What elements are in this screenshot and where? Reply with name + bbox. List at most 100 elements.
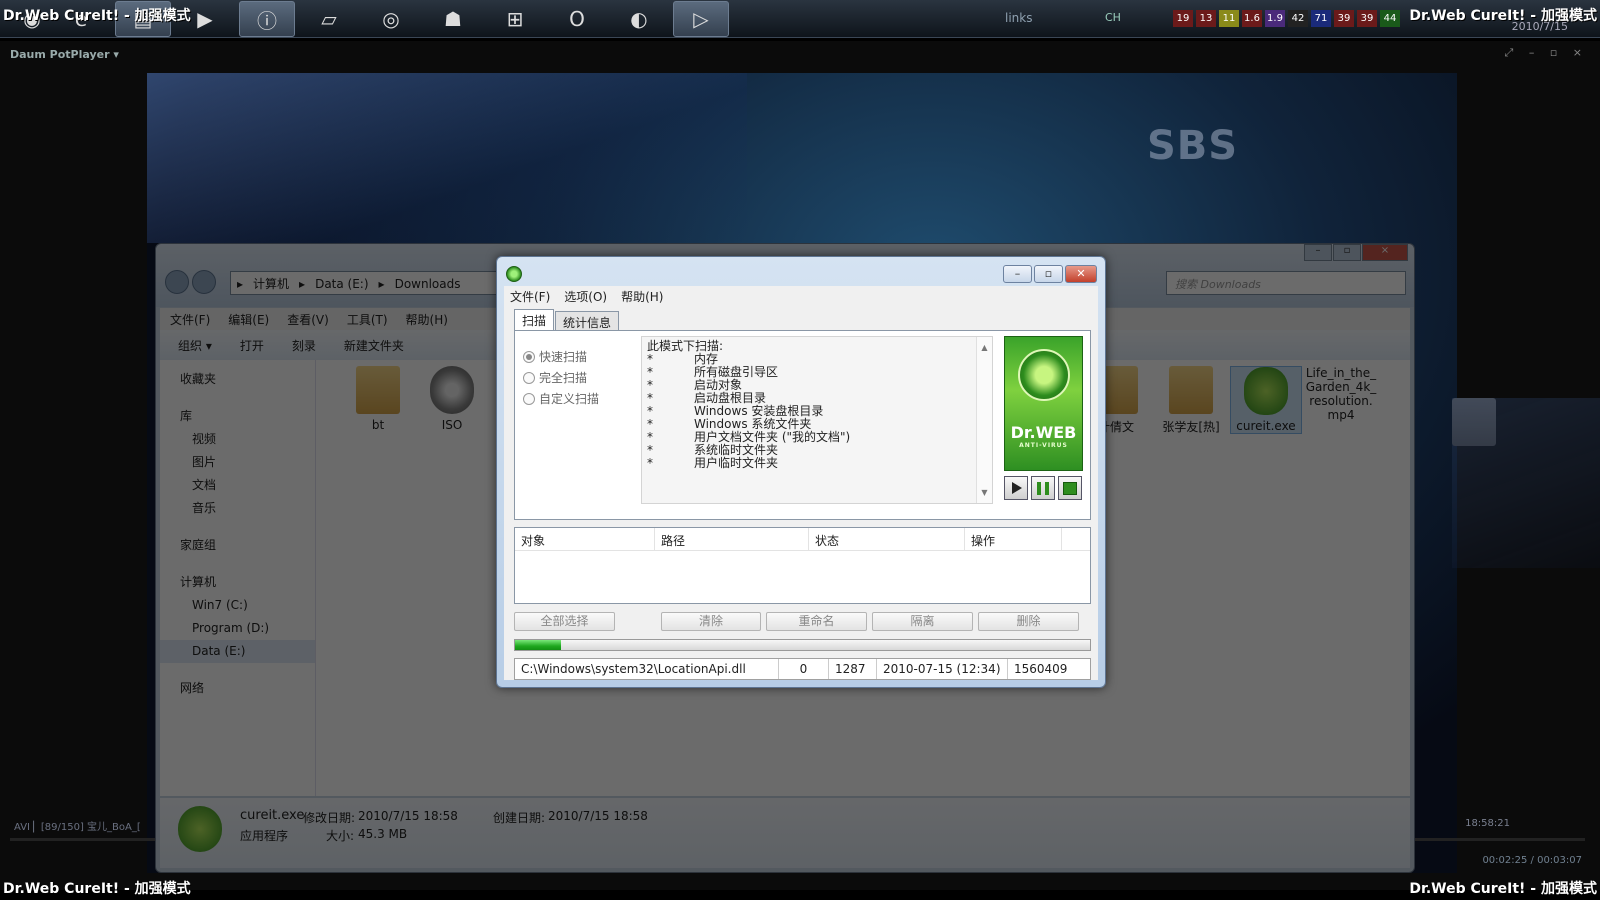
nav-item[interactable]: 文档	[160, 474, 315, 497]
system-meter: 19	[1173, 10, 1193, 27]
book-taskbar-button[interactable]: ▱	[301, 1, 357, 37]
info-taskbar-button[interactable]: ⓘ	[239, 1, 295, 37]
alien-taskbar-button[interactable]: ☗	[425, 1, 481, 37]
potplayer-window-controls[interactable]: ⤢ – ▫ ×	[1505, 46, 1588, 60]
potplayer-taskbar-button[interactable]: ▷	[673, 1, 729, 37]
radio-button[interactable]	[523, 350, 535, 363]
search-input[interactable]: 搜索 Downloads	[1166, 271, 1406, 295]
tab-scan[interactable]: 扫描	[514, 309, 555, 331]
breadcrumb-item[interactable]: 计算机	[253, 277, 289, 291]
explorer-menu-item[interactable]: 查看(V)	[287, 311, 329, 327]
file-item[interactable]: Life_in_the_Garden_4k_resolution.mp4	[1305, 366, 1600, 568]
nav-item[interactable]: 收藏夹	[160, 368, 315, 391]
eye-icon: ◎	[382, 7, 400, 31]
breadcrumb-item[interactable]: Downloads	[395, 277, 461, 291]
windows-taskbar-button[interactable]: ⊞	[487, 1, 543, 37]
radio-button[interactable]	[523, 371, 535, 384]
column-header[interactable]: 操作	[965, 528, 1062, 550]
file-name: Life_in_the_Garden_4k_resolution.mp4	[1305, 366, 1377, 422]
column-header[interactable]: 状态	[809, 528, 965, 550]
action-button[interactable]: 清除	[661, 612, 761, 631]
radio-button[interactable]	[523, 392, 535, 405]
scan-status-bar: C:\Windows\system32\LocationApi.dll 0 12…	[514, 658, 1091, 680]
windows-icon: ⊞	[506, 7, 524, 31]
back-button[interactable]	[165, 270, 189, 294]
nav-item[interactable]: Win7 (C:)	[160, 594, 315, 617]
scroll-up-icon[interactable]: ▲	[977, 341, 992, 354]
start-scan-button[interactable]	[1004, 476, 1028, 500]
maximize-button[interactable]: ▫	[1034, 265, 1063, 283]
potplayer-icon: ▷	[693, 7, 709, 31]
nav-item[interactable]: 图片	[160, 451, 315, 474]
nav-item[interactable]: 库	[160, 405, 315, 428]
explorer-menu-item[interactable]: 工具(T)	[347, 311, 388, 327]
nav-item[interactable]: 音乐	[160, 497, 315, 520]
drweb-menu-item[interactable]: 文件(F)	[510, 288, 550, 304]
nav-item[interactable]: Program (D:)	[160, 617, 315, 640]
explorer-close-button[interactable]: ×	[1362, 244, 1408, 261]
drweb-tabs: 扫描 统计信息	[514, 309, 620, 331]
tab-statistics[interactable]: 统计信息	[555, 311, 620, 331]
description-scrollbar[interactable]: ▲ ▼	[976, 337, 992, 503]
explorer-toolbar-button[interactable]: 打开	[240, 337, 264, 353]
nav-item[interactable]: Data (E:)	[160, 640, 315, 663]
breadcrumb-item[interactable]: Data (E:)	[315, 277, 368, 291]
scan-mode-option[interactable]: 完全扫描	[523, 369, 587, 386]
bullet: *	[647, 430, 653, 444]
file-item[interactable]: ISO	[416, 366, 488, 432]
minimize-button[interactable]: –	[1003, 265, 1032, 283]
video-file-icon	[1452, 398, 1600, 568]
scan-mode-option[interactable]: 自定义扫描	[523, 390, 599, 407]
drweb-logo: Dr.WEB ANTI-VIRUS	[1004, 336, 1083, 471]
details-filename: cureit.exe	[240, 808, 305, 823]
action-button[interactable]: 删除	[978, 612, 1079, 631]
stop-scan-button[interactable]	[1058, 476, 1082, 500]
explorer-window-controls: – ▫ ×	[1303, 244, 1408, 261]
bullet: *	[647, 417, 653, 431]
explorer-menu-item[interactable]: 文件(F)	[170, 311, 210, 327]
opera-taskbar-button[interactable]: O	[549, 1, 605, 37]
nav-item[interactable]: 视频	[160, 428, 315, 451]
file-item[interactable]: cureit.exe	[1230, 366, 1302, 434]
column-header[interactable]: 路径	[655, 528, 809, 550]
explorer-toolbar-button[interactable]: 刻录	[292, 337, 316, 353]
results-table[interactable]: 对象 路径 状态 操作	[514, 527, 1091, 604]
action-button[interactable]: 全部选择	[514, 612, 615, 631]
eye-taskbar-button[interactable]: ◎	[363, 1, 419, 37]
explorer-menu-item[interactable]: 帮助(H)	[406, 311, 448, 327]
file-item[interactable]: 张学友[热]	[1155, 366, 1227, 435]
action-button[interactable]: 隔离	[872, 612, 973, 631]
explorer-maximize-button[interactable]: ▫	[1333, 244, 1361, 261]
nav-item[interactable]: 计算机	[160, 571, 315, 594]
explorer-minimize-button[interactable]: –	[1304, 244, 1332, 261]
nav-item[interactable]: 网络	[160, 677, 315, 700]
firefox-taskbar-button[interactable]: ◐	[611, 1, 667, 37]
drweb-menu-item[interactable]: 帮助(H)	[621, 288, 663, 304]
scroll-down-icon[interactable]: ▼	[977, 486, 992, 499]
play-icon	[1012, 482, 1022, 494]
media-icon: ▶	[197, 7, 213, 31]
explorer-toolbar-button[interactable]: 组织 ▾	[178, 337, 212, 353]
pause-scan-button[interactable]	[1031, 476, 1055, 500]
file-name: ISO	[441, 418, 463, 432]
potplayer-title[interactable]: Daum PotPlayer ▾	[10, 48, 119, 61]
close-button[interactable]: ✕	[1065, 265, 1097, 283]
scan-mode-option[interactable]: 快速扫描	[523, 348, 587, 365]
scan-description-list: * 内存 * 所有磁盘引导区 * 启动对象 * 启动盘根目录 * Windows 安装盘根目录 * W…	[647, 353, 987, 470]
forward-button[interactable]	[192, 270, 216, 294]
status-count-a: 0	[779, 659, 829, 679]
action-button[interactable]: 重命名	[766, 612, 867, 631]
file-item[interactable]: bt	[342, 366, 414, 432]
scan-progress-fill	[515, 640, 561, 650]
explorer-menu-item[interactable]: 编辑(E)	[228, 311, 269, 327]
links-toolbar[interactable]: links	[1005, 11, 1032, 25]
explorer-toolbar-button[interactable]: 新建文件夹	[344, 337, 404, 353]
nav-item[interactable]: 家庭组	[160, 534, 315, 557]
language-indicator[interactable]: CH	[1105, 11, 1121, 24]
column-header[interactable]: 对象	[515, 528, 655, 550]
playback-time: 00:02:25 / 00:03:07	[1482, 855, 1582, 866]
drweb-app-icon[interactable]	[506, 266, 522, 282]
scan-mode-label: 自定义扫描	[539, 392, 600, 406]
details-created: 2010/7/15 18:58	[548, 809, 648, 823]
drweb-menu-item[interactable]: 选项(O)	[564, 288, 607, 304]
